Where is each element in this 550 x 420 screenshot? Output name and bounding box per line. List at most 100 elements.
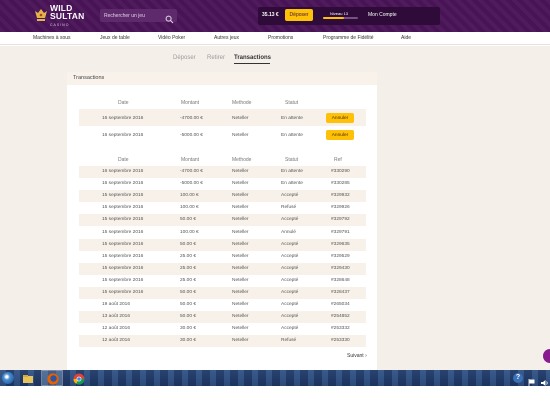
history-method: Neteller — [232, 205, 249, 211]
nav-item-help[interactable]: Aide — [401, 35, 411, 41]
windows-start-icon[interactable] — [2, 372, 14, 384]
panel-header: Transactions — [67, 72, 377, 85]
search-input[interactable] — [104, 10, 166, 21]
blank-area — [0, 386, 550, 420]
search-icon[interactable] — [165, 11, 174, 24]
logo-sub: CASINO — [50, 22, 70, 27]
level-progress-bar — [323, 17, 358, 19]
history-status: En attente — [281, 169, 303, 174]
pending-header-amount: Montant — [181, 100, 200, 106]
history-method: Neteller — [232, 338, 249, 344]
history-date: 15 septembre 2016 — [102, 241, 144, 247]
history-status: Refusé — [281, 338, 297, 344]
history-date: 12 août 2016 — [102, 338, 131, 344]
history-status: Annulé — [281, 229, 296, 235]
history-date: 15 septembre 2016 — [102, 265, 144, 271]
active-tab-underline — [234, 63, 270, 64]
history-amount: 100.00 € — [180, 193, 199, 199]
search-box — [100, 9, 177, 24]
history-date: 12 août 2016 — [102, 326, 131, 332]
level-label: Niveau 13 — [330, 11, 349, 16]
nav-item-loyalty[interactable]: Programme de Fidélité — [323, 35, 374, 41]
history-ref: #329791 — [331, 229, 350, 235]
pending-amount: -4700.00 € — [180, 116, 203, 121]
logo[interactable]: WILD SULTAN CASINO — [35, 3, 97, 29]
history-date: 13 août 2016 — [102, 314, 131, 320]
panel-title: Transactions — [73, 75, 105, 81]
history-ref: #329792 — [331, 217, 350, 223]
history-header-ref: Ref — [334, 157, 342, 163]
header-deposit-button[interactable]: Déposer — [285, 9, 313, 21]
history-method: Neteller — [232, 326, 249, 332]
history-method: Neteller — [232, 290, 249, 295]
history-status: Accepté — [281, 241, 299, 247]
pending-header-date: Date — [118, 100, 129, 106]
history-method: Neteller — [232, 217, 249, 223]
history-ref: #329932 — [331, 193, 350, 199]
taskbar-slot — [16, 370, 38, 386]
history-method: Neteller — [232, 314, 249, 320]
pending-status: En attente — [281, 133, 303, 138]
chat-bubble-icon[interactable] — [543, 349, 550, 363]
history-status: En attente — [281, 181, 303, 187]
history-status: Accepté — [281, 326, 299, 332]
history-amount: 50.00 € — [180, 314, 197, 320]
history-amount: 50.00 € — [180, 217, 197, 223]
history-status: Accepté — [281, 277, 299, 283]
chrome-icon[interactable] — [73, 372, 85, 385]
pending-method: Neteller — [232, 133, 249, 138]
history-amount: 50.00 € — [180, 241, 197, 247]
history-date: 16 septembre 2016 — [102, 169, 144, 174]
nav-item-other-games[interactable]: Autres jeux — [214, 35, 239, 41]
history-method: Neteller — [232, 302, 249, 308]
history-status: Accepté — [281, 302, 299, 308]
nav-item-table-games[interactable]: Jeux de table — [100, 35, 130, 41]
balance: 35.13 € — [262, 12, 279, 18]
history-method: Neteller — [232, 253, 249, 259]
history-ref: #330285 — [331, 181, 350, 187]
history-date: 15 septembre 2016 — [102, 253, 144, 259]
flag-icon[interactable] — [528, 374, 535, 387]
history-method: Neteller — [232, 277, 249, 283]
history-date: 15 septembre 2016 — [102, 217, 144, 223]
cancel-button[interactable]: Annuler — [326, 130, 354, 140]
next-page-link[interactable]: Suivant › — [347, 353, 367, 359]
history-method: Neteller — [232, 265, 249, 271]
firefox-icon[interactable] — [47, 372, 59, 385]
history-date: 15 septembre 2016 — [102, 193, 144, 199]
history-date: 15 septembre 2016 — [102, 229, 144, 235]
history-ref: #330290 — [331, 169, 350, 174]
nav-item-slots[interactable]: Machines à sous — [33, 35, 71, 41]
tab-deposit[interactable]: Déposer — [173, 55, 196, 61]
history-status: Accepté — [281, 314, 299, 320]
history-ref: #329430 — [331, 265, 350, 271]
history-status: Accepté — [281, 217, 299, 223]
help-icon[interactable]: ? — [513, 373, 523, 383]
history-status: Accepté — [281, 253, 299, 259]
tab-withdraw[interactable]: Retirer — [207, 55, 225, 61]
pending-header-status: Statut — [285, 100, 299, 106]
history-ref: #328437 — [331, 290, 350, 295]
history-status: Refusé — [281, 205, 297, 211]
history-amount: -4700.00 € — [180, 169, 203, 174]
nav-item-promotions[interactable]: Promotions — [268, 35, 293, 41]
history-header-amount: Montant — [181, 157, 200, 163]
history-method: Neteller — [232, 241, 249, 247]
history-ref: #328648 — [331, 277, 350, 283]
history-method: Neteller — [232, 193, 249, 199]
history-status: Accepté — [281, 290, 299, 295]
history-amount: 50.00 € — [180, 302, 197, 308]
history-ref: #265034 — [331, 302, 350, 308]
nav-item-video-poker[interactable]: Vidéo Poker — [158, 35, 185, 41]
speaker-icon[interactable] — [541, 374, 549, 386]
history-date: 16 septembre 2016 — [102, 181, 144, 187]
tab-transactions[interactable]: Transactions — [234, 55, 271, 61]
logo-text: WILD SULTAN CASINO — [50, 3, 85, 29]
history-method: Neteller — [232, 229, 249, 235]
level-progress-fill — [323, 17, 344, 19]
cancel-button[interactable]: Annuler — [326, 113, 354, 123]
my-account-link[interactable]: Mon Compte — [368, 12, 397, 18]
history-amount: -5000.00 € — [180, 181, 203, 187]
logo-line2: SULTAN — [50, 10, 85, 21]
history-date: 15 septembre 2016 — [102, 290, 144, 295]
